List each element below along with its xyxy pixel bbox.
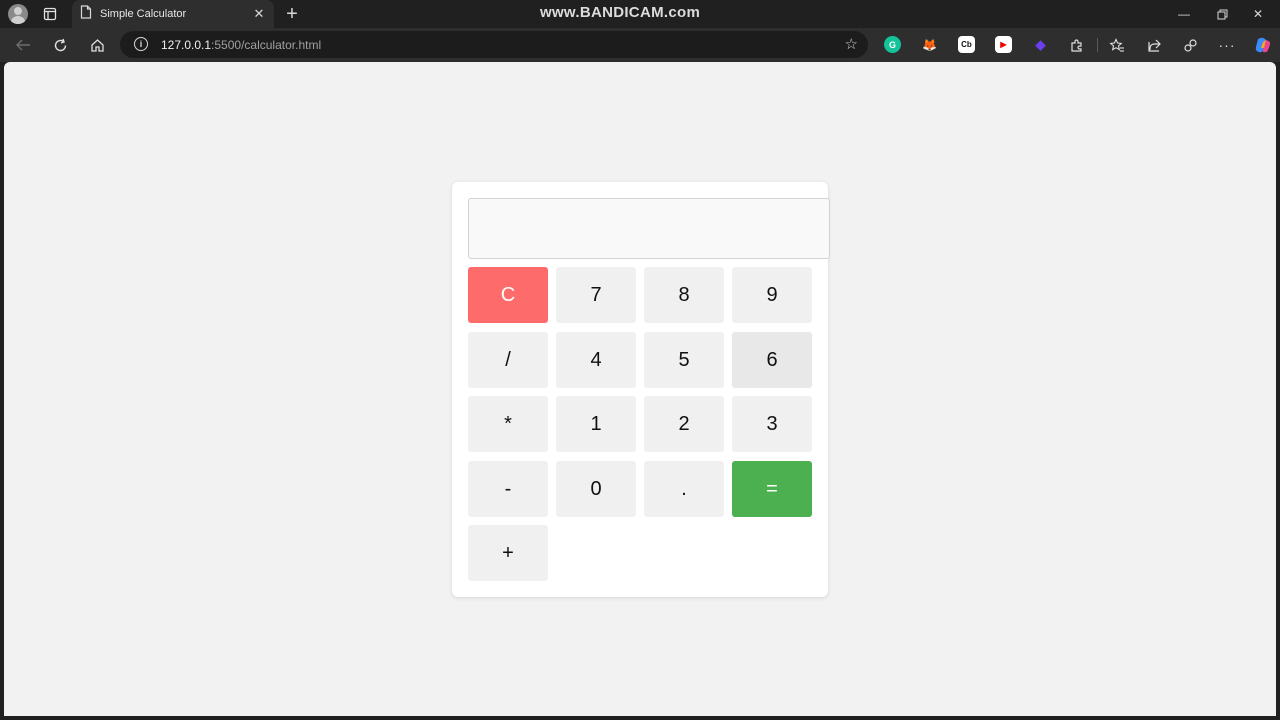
toolbar-divider — [1097, 38, 1098, 52]
tab-title: Simple Calculator — [100, 8, 187, 20]
site-info-icon[interactable]: i — [134, 37, 148, 51]
back-icon[interactable] — [10, 33, 36, 57]
key-6-button[interactable]: 6 — [732, 332, 812, 388]
subtract-button[interactable]: - — [468, 461, 548, 517]
purple-extension-icon[interactable]: ◆ — [1032, 36, 1049, 53]
url-text[interactable]: 127.0.0.1:5500/calculator.html — [161, 38, 321, 52]
divide-button[interactable]: / — [468, 332, 548, 388]
page-icon — [80, 4, 92, 24]
reload-icon[interactable] — [47, 33, 73, 57]
tab-simple-calculator[interactable]: Simple Calculator ✕ — [72, 0, 274, 28]
key-9-button[interactable]: 9 — [732, 267, 812, 323]
key-5-button[interactable]: 5 — [644, 332, 724, 388]
cb-extension-icon[interactable]: Cb — [958, 36, 975, 53]
home-icon[interactable] — [84, 33, 110, 57]
copilot-icon[interactable] — [1250, 33, 1276, 57]
restore-icon[interactable] — [1203, 0, 1241, 28]
browser-essentials-icon[interactable] — [1177, 33, 1203, 57]
window-bottom-edge — [0, 716, 1280, 720]
key-7-button[interactable]: 7 — [556, 267, 636, 323]
favorite-star-icon[interactable]: ☆ — [845, 35, 858, 53]
key-4-button[interactable]: 4 — [556, 332, 636, 388]
profile-avatar-icon[interactable] — [8, 4, 28, 24]
calculator: C 7 8 9 / 4 5 6 * 1 2 3 - 0 . = + — [452, 182, 830, 597]
tab-close-icon[interactable]: ✕ — [250, 5, 268, 23]
favorites-icon[interactable] — [1104, 33, 1130, 57]
browser-toolbar: i 127.0.0.1:5500/calculator.html ☆ G 🦊 C… — [0, 28, 1280, 62]
decimal-button[interactable]: . — [644, 461, 724, 517]
minimize-icon[interactable]: — — [1165, 0, 1203, 28]
address-bar[interactable]: i 127.0.0.1:5500/calculator.html ☆ — [120, 31, 868, 58]
calculator-display[interactable] — [468, 198, 830, 259]
browser-title-bar: Simple Calculator ✕ + www.BANDICAM.com —… — [0, 0, 1280, 28]
more-menu-icon[interactable]: ··· — [1214, 33, 1240, 57]
clear-button[interactable]: C — [468, 267, 548, 323]
multiply-button[interactable]: * — [468, 396, 548, 452]
key-2-button[interactable]: 2 — [644, 396, 724, 452]
page-viewport: C 7 8 9 / 4 5 6 * 1 2 3 - 0 . = + — [4, 62, 1276, 716]
youtube-extension-icon[interactable]: ▶ — [995, 36, 1012, 53]
grammarly-extension-icon[interactable]: G — [884, 36, 901, 53]
recording-watermark: www.BANDICAM.com — [540, 4, 701, 21]
new-tab-icon[interactable]: + — [280, 2, 304, 26]
key-0-button[interactable]: 0 — [556, 461, 636, 517]
key-8-button[interactable]: 8 — [644, 267, 724, 323]
window-close-icon[interactable]: ✕ — [1239, 0, 1277, 28]
tab-actions-icon[interactable] — [34, 2, 66, 26]
share-icon[interactable] — [1141, 33, 1167, 57]
key-3-button[interactable]: 3 — [732, 396, 812, 452]
add-button[interactable]: + — [468, 525, 548, 581]
key-1-button[interactable]: 1 — [556, 396, 636, 452]
metamask-extension-icon[interactable]: 🦊 — [921, 36, 938, 53]
equals-button[interactable]: = — [732, 461, 812, 517]
extensions-puzzle-icon[interactable] — [1063, 33, 1089, 57]
